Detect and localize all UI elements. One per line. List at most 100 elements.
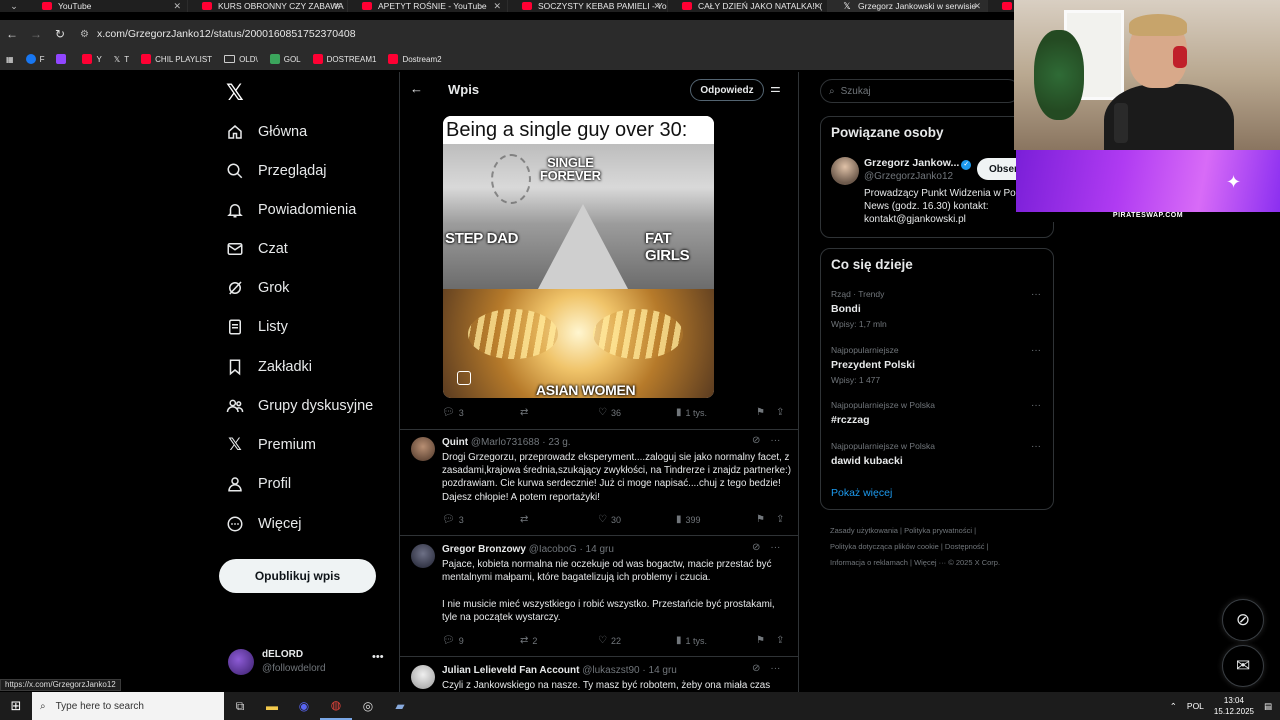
related-name[interactable]: Grzegorz Jankow... ✓ (864, 157, 972, 170)
grok-icon[interactable]: ⊘ (752, 435, 760, 446)
close-icon[interactable]: ✕ (653, 0, 661, 12)
more-dots-icon[interactable]: ··· (770, 542, 780, 553)
reply-time[interactable]: 14 gru (586, 544, 614, 555)
reply-author-handle[interactable]: @IacoboG (529, 544, 577, 555)
windows-start-icon[interactable]: ⊞ (0, 692, 32, 720)
avatar[interactable] (411, 665, 435, 689)
more-dots-icon[interactable]: ··· (1031, 289, 1041, 300)
apps-grid-icon[interactable]: ▦ (6, 55, 14, 64)
reply-author-handle[interactable]: @Marlo731688 (471, 437, 540, 448)
browser-tab[interactable]: YouTube ✕ (28, 0, 188, 12)
show-more-link[interactable]: Pokaż więcej (831, 487, 892, 499)
url-field[interactable]: ⚙ x.com/GrzegorzJanko12/status/200016085… (80, 28, 356, 40)
bookmark-item[interactable]: Dostream2 (388, 54, 442, 64)
nav-lists[interactable]: Listy (226, 312, 288, 342)
bookmark-item[interactable]: GOL (269, 54, 301, 64)
repost-action[interactable]: ⇄ 2 (520, 635, 537, 646)
nav-more[interactable]: Więcej (226, 509, 302, 539)
browser-tab[interactable]: APETYT ROŚNIE - YouTube ✕ (348, 0, 508, 12)
discord-icon[interactable]: ◉ (288, 692, 320, 720)
bookmark-action[interactable]: ⚑ (756, 407, 765, 418)
reply-author-name[interactable]: Quint (442, 437, 468, 448)
reply-time[interactable]: 14 gru (649, 665, 677, 676)
reply-time[interactable]: 23 g. (548, 437, 570, 448)
reply-button[interactable]: Odpowiedz (690, 79, 764, 101)
browser-tab[interactable]: KURS OBRONNY CZY ZABAWA ✕ (188, 0, 348, 12)
views-action[interactable]: ▮ 1 tys. (676, 407, 707, 418)
nav-home[interactable]: Główna (226, 117, 307, 147)
site-info-icon[interactable]: ⚙ (80, 29, 89, 40)
browser-tab-active[interactable]: 𝕏 Grzegorz Jankowski w serwisie ✕ (828, 0, 988, 12)
repost-action[interactable]: ⇄ (520, 407, 528, 418)
reply-item[interactable]: Gregor Bronzowy @IacoboG · 14 gru ⊘ ··· P… (400, 542, 798, 634)
nav-profile[interactable]: Profil (226, 469, 291, 499)
search-input[interactable]: ⌕ Szukaj (820, 79, 1020, 103)
app-icon[interactable]: ▰ (384, 692, 416, 720)
share-action[interactable]: ⇪ (776, 635, 784, 646)
share-action[interactable]: ⇪ (776, 407, 784, 418)
reply-author-name[interactable]: Julian Lelieveld Fan Account (442, 665, 579, 676)
gallery-icon[interactable] (457, 371, 471, 385)
footer-links[interactable]: Zasady użytkowania | Polityka prywatnośc… (830, 523, 1030, 571)
task-view-icon[interactable]: ⧉ (224, 692, 256, 720)
account-switcher[interactable]: dELORD @followdelord ••• (228, 647, 388, 681)
post-image[interactable]: Being a single guy over 30: SINGLE FOREV… (443, 116, 714, 398)
bookmark-folder[interactable]: OLD\ (224, 55, 258, 64)
x-logo-icon[interactable]: 𝕏 (226, 80, 244, 106)
more-dots-icon[interactable]: ··· (770, 435, 780, 446)
back-arrow-icon[interactable]: ← (0, 27, 24, 41)
bookmark-item[interactable]: CHIL PLAYLIST (141, 54, 212, 64)
more-dots-icon[interactable]: ··· (1031, 345, 1041, 356)
bookmark-item[interactable]: 𝕏T (114, 55, 129, 64)
avatar[interactable] (411, 437, 435, 461)
messages-fab-icon[interactable]: ✉ (1222, 645, 1264, 687)
like-action[interactable]: ♡ 22 (598, 635, 621, 646)
nav-grok[interactable]: Grok (226, 273, 289, 303)
like-action[interactable]: ♡ 30 (598, 514, 621, 525)
reply-action[interactable]: 💬︎ 3 (442, 407, 464, 418)
bookmark-item[interactable] (56, 54, 70, 64)
nav-communities[interactable]: Grupy dyskusyjne (226, 391, 373, 421)
post-button[interactable]: Opublikuj wpis (219, 559, 376, 593)
forward-arrow-icon[interactable]: → (24, 27, 48, 41)
reply-action[interactable]: 💬︎ 3 (442, 514, 464, 525)
nav-premium[interactable]: 𝕏 Premium (226, 430, 316, 460)
reply-author-handle[interactable]: @lukaszst90 (582, 665, 639, 676)
browser-tab[interactable]: SOCZYSTY KEBAB PAMIELI - Yo ✕ (508, 0, 668, 12)
bookmark-item[interactable]: DOSTREAM1 (312, 54, 376, 64)
more-dots-icon[interactable]: ··· (1031, 441, 1041, 452)
trend-item[interactable]: Rząd · Trendy Bondi Wpisy: 1,7 mln ··· (831, 289, 1043, 329)
nav-bookmarks[interactable]: Zakładki (226, 352, 312, 382)
close-icon[interactable]: ✕ (333, 0, 341, 12)
related-handle[interactable]: @GrzegorzJanko12 (864, 171, 953, 182)
reload-icon[interactable]: ↻ (48, 27, 72, 41)
bookmark-action[interactable]: ⚑ (756, 514, 765, 525)
filter-sliders-icon[interactable]: ⚌ (770, 81, 781, 95)
tab-search-icon[interactable]: ⌄ (0, 0, 28, 12)
grok-icon[interactable]: ⊘ (752, 542, 760, 553)
reply-action[interactable]: 💬︎ 9 (442, 635, 464, 646)
more-dots-icon[interactable]: ••• (372, 651, 384, 663)
bookmark-item[interactable]: F (25, 54, 44, 64)
grok-fab-icon[interactable]: ⊘ (1222, 599, 1264, 641)
language-indicator[interactable]: POL (1187, 701, 1204, 711)
notification-icon[interactable]: ▤ (1264, 701, 1272, 712)
nav-notifications[interactable]: Powiadomienia (226, 195, 356, 225)
close-icon[interactable]: ✕ (493, 0, 501, 12)
grok-icon[interactable]: ⊘ (752, 663, 760, 674)
avatar[interactable] (411, 544, 435, 568)
chrome-icon[interactable]: ◍ (320, 692, 352, 720)
trend-item[interactable]: Najpopularniejsze Prezydent Polski Wpisy… (831, 345, 1043, 385)
nav-messages[interactable]: Czat (226, 234, 288, 264)
taskbar-search-input[interactable]: ⌕ Type here to search (32, 692, 224, 720)
obs-icon[interactable]: ◎ (352, 692, 384, 720)
repost-action[interactable]: ⇄ (520, 514, 528, 525)
nav-explore[interactable]: Przeglądaj (226, 156, 327, 186)
close-icon[interactable]: ✕ (813, 0, 821, 12)
trend-item[interactable]: Najpopularniejsze w Polska dawid kubacki… (831, 441, 1043, 467)
file-explorer-icon[interactable]: ▬ (256, 692, 288, 720)
browser-tab[interactable]: CAŁY DZIEŃ JAKO NATALKA!! (✕ (668, 0, 828, 12)
bookmark-action[interactable]: ⚑ (756, 635, 765, 646)
more-dots-icon[interactable]: ··· (1031, 400, 1041, 411)
views-action[interactable]: ▮ 399 (676, 514, 701, 525)
